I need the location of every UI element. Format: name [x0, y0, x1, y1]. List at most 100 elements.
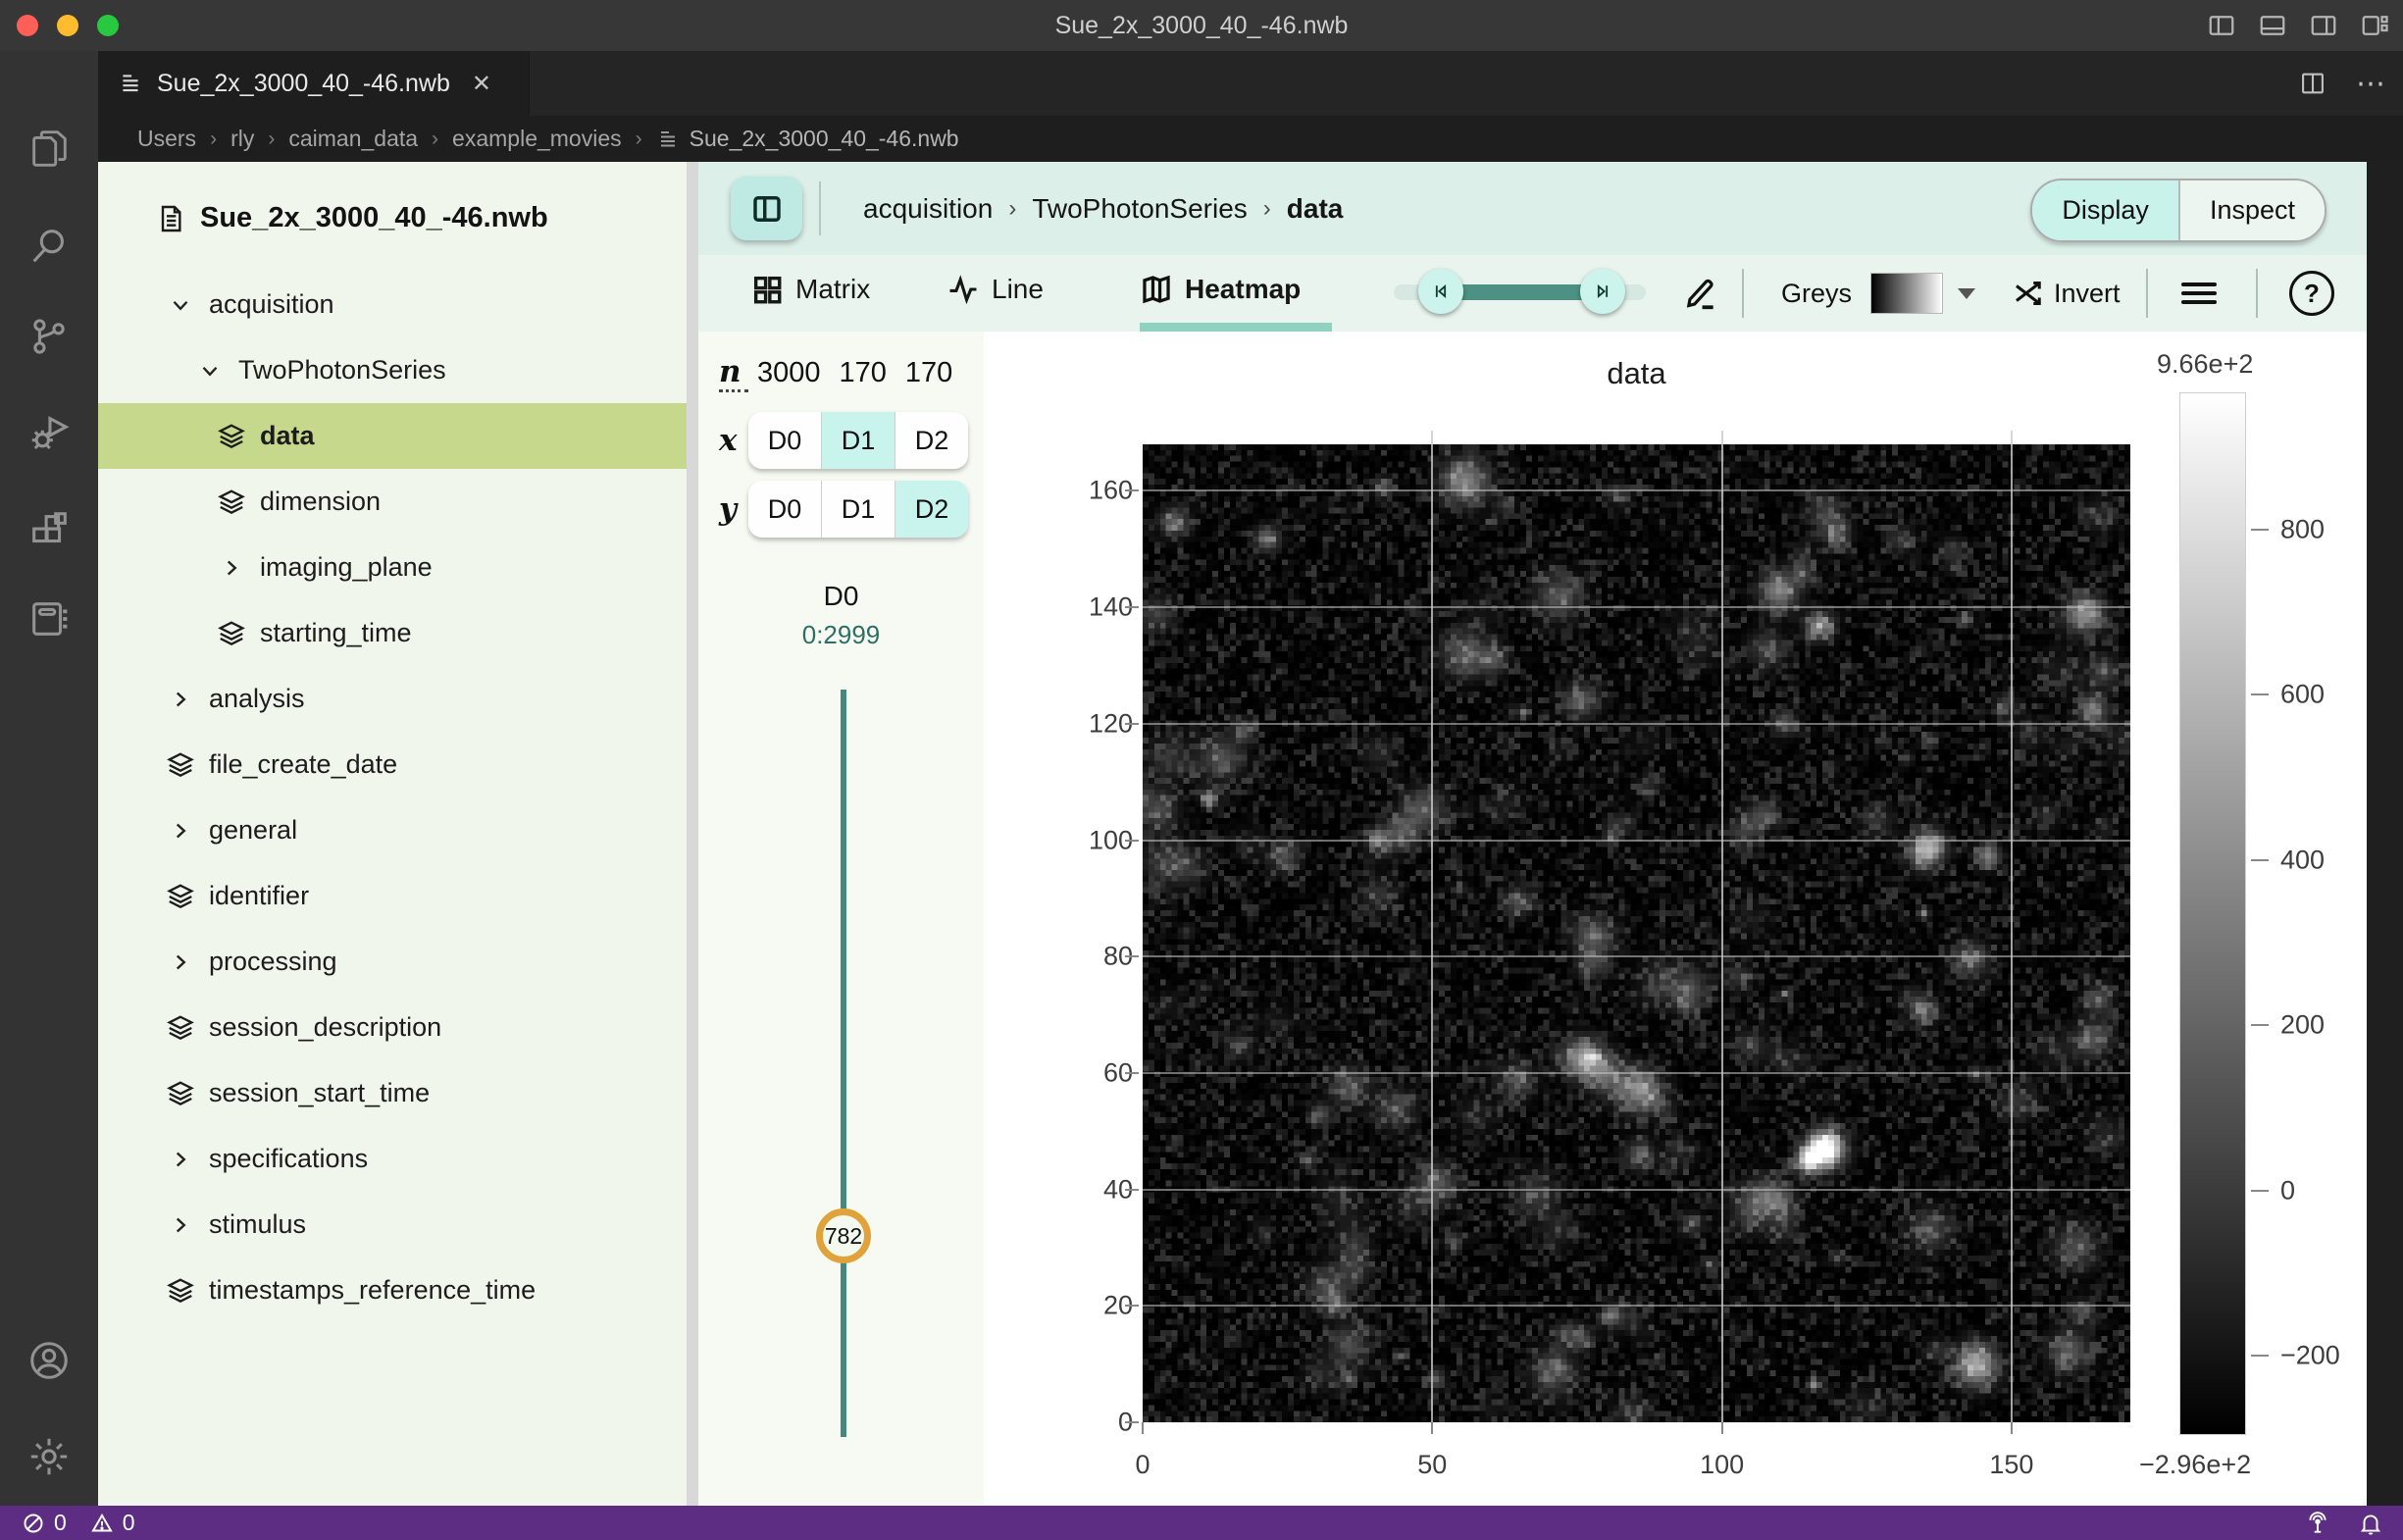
x-dim-button-d1[interactable]: D1: [821, 412, 895, 469]
help-icon[interactable]: ?: [2289, 255, 2334, 332]
tree-item-processing[interactable]: processing: [98, 929, 687, 995]
search-icon[interactable]: [26, 224, 72, 269]
colormap-dropdown-arrow-icon[interactable]: [1958, 255, 1975, 332]
inspect-mode-button[interactable]: Inspect: [2178, 180, 2325, 240]
run-debug-icon[interactable]: [26, 410, 72, 455]
tree-item-label: identifier: [209, 881, 309, 911]
nwb-extension-icon[interactable]: [26, 596, 72, 642]
toolbar-divider: [2256, 269, 2258, 318]
plot-area[interactable]: [1143, 444, 2130, 1422]
colorbar-tick: [2251, 859, 2269, 861]
extensions-icon[interactable]: [26, 508, 72, 553]
invert-label[interactable]: Invert: [2054, 255, 2121, 332]
colorbar: [2179, 392, 2246, 1435]
document-icon: [155, 203, 186, 234]
viewer-breadcrumb-segment[interactable]: TwoPhotonSeries: [1032, 193, 1247, 225]
y-axis-tick: [1125, 955, 1139, 957]
x-label: x: [719, 423, 748, 458]
menu-icon[interactable]: [2181, 255, 2217, 332]
panel-resize-sash[interactable]: [687, 162, 698, 1506]
y-dim-button-d1[interactable]: D1: [821, 481, 895, 538]
tree-item-starting_time[interactable]: starting_time: [98, 600, 687, 666]
tree-item-label: TwoPhotonSeries: [238, 355, 446, 385]
y-dimension-row: y D0D1D2: [698, 481, 984, 538]
toggle-panel-icon[interactable]: [2258, 11, 2287, 40]
x-axis-tick: [1431, 1422, 1433, 1434]
x-dim-button-d0[interactable]: D0: [748, 412, 821, 469]
breadcrumb-segment[interactable]: caiman_data: [288, 126, 418, 152]
x-dim-button-d2[interactable]: D2: [895, 412, 968, 469]
activity-bar: [0, 51, 98, 1506]
tree-item-session_description[interactable]: session_description: [98, 995, 687, 1060]
colorbar-tick: [2251, 1355, 2269, 1357]
colorbar-tick: [2251, 1024, 2269, 1026]
remote-indicator-icon[interactable]: [2305, 1511, 2330, 1536]
chevron-down-icon[interactable]: [165, 289, 196, 321]
problems-status[interactable]: 0 0: [22, 1510, 135, 1536]
chevron-down-icon[interactable]: [194, 355, 226, 386]
tree-item-TwoPhotonSeries[interactable]: TwoPhotonSeries: [98, 337, 687, 403]
tab-close-icon[interactable]: ✕: [472, 70, 491, 98]
tree-item-label: stimulus: [209, 1209, 306, 1240]
breadcrumb-segment[interactable]: example_movies: [452, 126, 622, 152]
dataset-layers-icon: [165, 1012, 196, 1044]
tree-item-acquisition[interactable]: acquisition: [98, 272, 687, 337]
toggle-sidebar-left-icon[interactable]: [2207, 11, 2236, 40]
chevron-right-icon[interactable]: [165, 815, 196, 847]
breadcrumb-segment[interactable]: Users: [137, 126, 196, 152]
tree-item-dimension[interactable]: dimension: [98, 469, 687, 535]
tree-item-data[interactable]: data: [98, 403, 687, 469]
chevron-right-icon[interactable]: [165, 684, 196, 715]
tree-item-session_start_time[interactable]: session_start_time: [98, 1060, 687, 1126]
file-root-item[interactable]: Sue_2x_3000_40_-46.nwb: [155, 191, 687, 245]
editor-tab[interactable]: Sue_2x_3000_40_-46.nwb ✕: [98, 51, 530, 116]
dataset-layers-icon: [165, 749, 196, 781]
y-gridline: [1143, 955, 2130, 957]
tree-item-identifier[interactable]: identifier: [98, 863, 687, 929]
tree-item-specifications[interactable]: specifications: [98, 1126, 687, 1192]
colorbar-tick: [2251, 693, 2269, 695]
tree-item-imaging_plane[interactable]: imaging_plane: [98, 535, 687, 600]
frame-slider-handle[interactable]: 782: [816, 1208, 871, 1263]
tree-item-label: dimension: [260, 487, 381, 517]
split-editor-icon[interactable]: [2299, 70, 2326, 97]
colorbar-tick-label: 800: [2280, 514, 2325, 544]
tree-item-general[interactable]: general: [98, 797, 687, 863]
viewer-breadcrumb-segment[interactable]: acquisition: [863, 193, 993, 225]
breadcrumb-segment[interactable]: rly: [230, 126, 254, 152]
heatmap-image[interactable]: [1143, 444, 2130, 1422]
settings-gear-icon[interactable]: [26, 1434, 72, 1479]
y-dim-button-d2[interactable]: D2: [895, 481, 968, 538]
edit-pen-icon[interactable]: [1682, 255, 1719, 332]
slider-range-label: 0:2999: [698, 620, 984, 650]
chevron-right-icon[interactable]: [216, 552, 247, 584]
explorer-icon[interactable]: [26, 126, 72, 171]
breadcrumb-file[interactable]: Sue_2x_3000_40_-46.nwb: [656, 126, 959, 152]
tree-item-analysis[interactable]: analysis: [98, 666, 687, 732]
dataset-layers-icon: [165, 881, 196, 912]
file-root-label: Sue_2x_3000_40_-46.nwb: [200, 202, 548, 234]
breadcrumb-separator-icon: ›: [432, 128, 438, 151]
chevron-right-icon[interactable]: [165, 1144, 196, 1175]
y-dim-button-d0[interactable]: D0: [748, 481, 821, 538]
toggle-sidebar-right-icon[interactable]: [2309, 11, 2338, 40]
chevron-right-icon[interactable]: [165, 1209, 196, 1241]
shape-value: 170: [905, 357, 952, 389]
more-actions-icon[interactable]: ⋯: [2356, 67, 2387, 101]
source-control-icon[interactable]: [26, 314, 72, 359]
colormap-swatch[interactable]: [1870, 255, 1943, 332]
customize-layout-icon[interactable]: [2360, 11, 2389, 40]
nwb-explorer-panel: Sue_2x_3000_40_-46.nwb acquisition TwoPho…: [98, 162, 687, 1506]
tree-item-file_create_date[interactable]: file_create_date: [98, 732, 687, 797]
account-icon[interactable]: [26, 1338, 72, 1383]
tree-item-timestamps_reference_time[interactable]: timestamps_reference_time: [98, 1258, 687, 1323]
tree-item-stimulus[interactable]: stimulus: [98, 1192, 687, 1258]
dataset-layers-icon: [165, 1078, 196, 1109]
display-mode-button[interactable]: Display: [2032, 180, 2178, 240]
breadcrumb-separator-icon: ›: [210, 128, 217, 151]
frame-slider-track[interactable]: [841, 690, 846, 1437]
sidebar-toggle-button[interactable]: [731, 177, 802, 240]
notifications-bell-icon[interactable]: [2358, 1511, 2383, 1536]
chevron-right-icon[interactable]: [165, 947, 196, 978]
invert-arrows-icon[interactable]: [2011, 255, 2046, 332]
